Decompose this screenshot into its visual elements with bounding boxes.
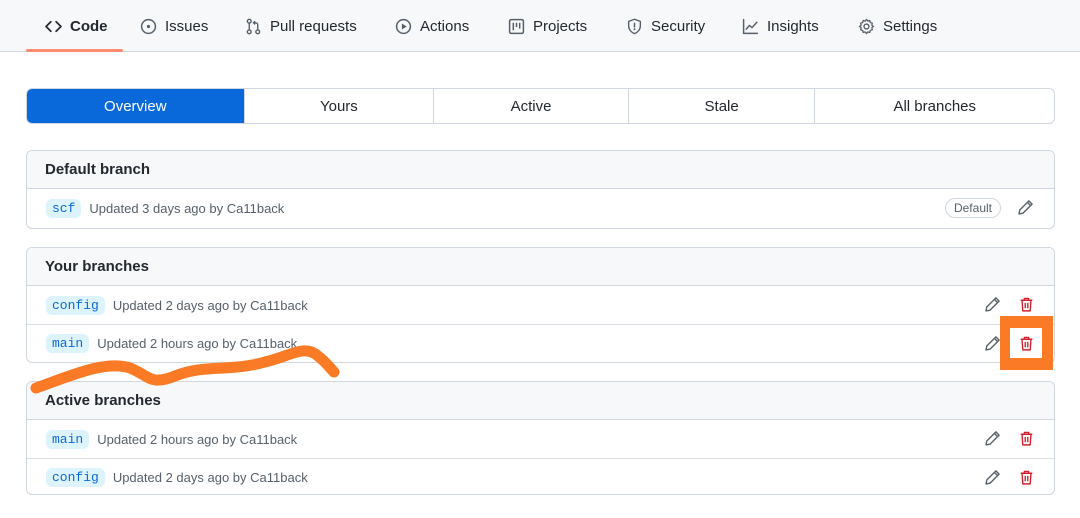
tab-label: Settings <box>883 17 938 35</box>
gear-icon <box>857 17 875 35</box>
tab-security[interactable]: Security <box>625 0 705 52</box>
branch-meta: Updated 3 days ago by Ca11back <box>89 200 285 216</box>
subnav-yours[interactable]: Yours <box>243 89 434 123</box>
branch-name[interactable]: main <box>46 429 90 449</box>
subnav-all-branches[interactable]: All branches <box>814 89 1054 123</box>
pencil-icon[interactable] <box>980 465 1004 489</box>
tab-actions[interactable]: Actions <box>394 0 469 52</box>
branch-row: main Updated 2 hours ago by Ca11back <box>27 324 1054 362</box>
subnav-overview[interactable]: Overview <box>27 89 244 123</box>
branch-name[interactable]: main <box>46 334 90 353</box>
play-icon <box>394 17 412 35</box>
branch-row: config Updated 2 days ago by Ca11back <box>27 286 1054 324</box>
tab-label: Projects <box>533 17 588 35</box>
branch-row: scf Updated 3 days ago by Ca11back Defau… <box>27 189 1054 227</box>
trash-icon[interactable] <box>1010 328 1042 358</box>
tab-settings[interactable]: Settings <box>857 0 937 52</box>
tab-label: Pull requests <box>270 17 357 35</box>
tab-issues[interactable]: Issues <box>139 0 208 52</box>
branch-meta: Updated 2 hours ago by Ca11back <box>97 431 298 447</box>
branch-meta: Updated 2 days ago by Ca11back <box>112 470 308 485</box>
branch-meta: Updated 2 days ago by Ca11back <box>112 297 308 313</box>
code-icon <box>44 17 62 35</box>
pencil-icon[interactable] <box>1013 195 1037 219</box>
trash-icon[interactable] <box>1014 426 1038 450</box>
tab-label: Insights <box>767 17 819 35</box>
project-icon <box>507 17 525 35</box>
active-branches-box: Active branches main Updated 2 hours ago… <box>26 381 1055 495</box>
tab-pull-requests[interactable]: Pull requests <box>244 0 357 52</box>
tab-label: Issues <box>165 17 209 35</box>
subnav-stale[interactable]: Stale <box>627 89 815 123</box>
branch-filter-nav: Overview Yours Active Stale All branches <box>26 88 1055 124</box>
shield-icon <box>625 17 643 35</box>
branch-name[interactable]: config <box>46 468 105 487</box>
branch-row: main Updated 2 hours ago by Ca11back <box>27 420 1054 458</box>
branch-row: config Updated 2 days ago by Ca11back <box>27 458 1054 494</box>
default-branch-box: Default branch scf Updated 3 days ago by… <box>26 150 1055 229</box>
your-branches-box: Your branches config Updated 2 days ago … <box>26 247 1055 363</box>
selected-tab-underline <box>26 49 123 52</box>
branch-meta: Updated 2 hours ago by Ca11back <box>97 336 298 351</box>
pull-request-icon <box>244 17 262 35</box>
section-title: Default branch <box>27 151 1054 189</box>
section-title: Active branches <box>27 382 1054 420</box>
tab-code[interactable]: Code <box>44 0 108 52</box>
pencil-icon[interactable] <box>980 426 1004 450</box>
repo-nav: Code Issues Pull requests Actions Projec… <box>0 0 1080 52</box>
subnav-active[interactable]: Active <box>433 89 628 123</box>
tab-projects[interactable]: Projects <box>507 0 587 52</box>
branch-name[interactable]: scf <box>46 198 82 218</box>
pencil-icon[interactable] <box>980 292 1004 316</box>
tab-label: Security <box>651 17 706 35</box>
trash-icon[interactable] <box>1014 292 1038 316</box>
tab-insights[interactable]: Insights <box>741 0 819 52</box>
section-title: Your branches <box>27 248 1054 286</box>
tab-label: Actions <box>420 17 470 35</box>
trash-icon[interactable] <box>1014 465 1038 489</box>
tab-label: Code <box>70 17 108 35</box>
graph-icon <box>741 17 759 35</box>
branch-name[interactable]: config <box>46 295 105 315</box>
issue-icon <box>139 17 157 35</box>
default-badge: Default <box>944 198 1001 218</box>
